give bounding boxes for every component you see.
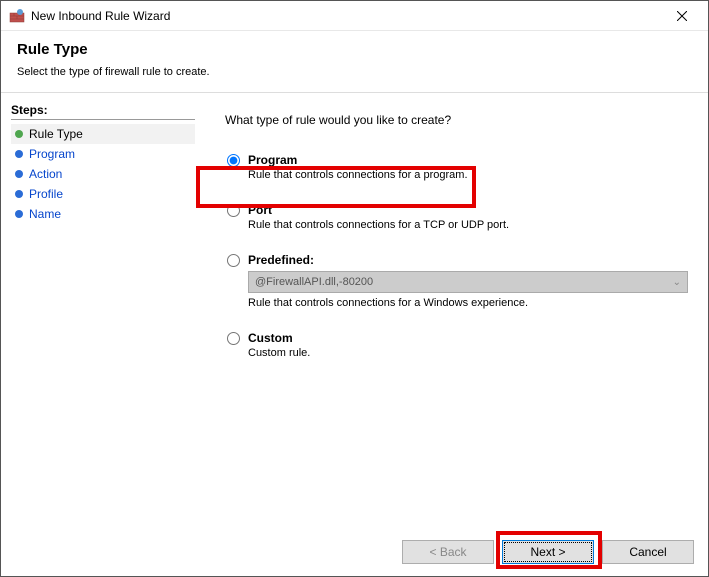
step-name[interactable]: Name: [11, 204, 195, 224]
step-label: Action: [29, 167, 62, 181]
chevron-down-icon: ⌄: [673, 277, 681, 288]
step-label: Rule Type: [29, 127, 83, 141]
bullet-icon: [15, 150, 23, 158]
steps-sidebar: Steps: Rule Type Program Action Profile …: [1, 93, 195, 513]
back-button: < Back: [402, 540, 494, 564]
bullet-icon: [15, 210, 23, 218]
radio-port[interactable]: [227, 204, 240, 217]
option-program-label: Program: [248, 153, 297, 167]
step-label: Program: [29, 147, 75, 161]
firewall-icon: [9, 8, 25, 24]
option-custom: Custom Custom rule.: [225, 331, 688, 359]
option-custom-desc: Custom rule.: [248, 347, 688, 359]
page-title: Rule Type: [17, 41, 692, 58]
step-action[interactable]: Action: [11, 164, 195, 184]
step-program[interactable]: Program: [11, 144, 195, 164]
option-port-label: Port: [248, 203, 272, 217]
predefined-combobox[interactable]: @FirewallAPI.dll,-80200 ⌄: [248, 271, 688, 293]
bullet-icon: [15, 170, 23, 178]
close-icon: [677, 11, 687, 21]
wizard-footer: < Back Next > Cancel: [1, 528, 708, 576]
rule-type-question: What type of rule would you like to crea…: [225, 113, 688, 127]
window-title: New Inbound Rule Wizard: [31, 9, 662, 23]
page-subtitle: Select the type of firewall rule to crea…: [17, 66, 692, 78]
cancel-button[interactable]: Cancel: [602, 540, 694, 564]
radio-program[interactable]: [227, 154, 240, 167]
radio-custom[interactable]: [227, 332, 240, 345]
option-port: Port Rule that controls connections for …: [225, 203, 688, 231]
wizard-header: Rule Type Select the type of firewall ru…: [1, 31, 708, 93]
option-program: Program Rule that controls connections f…: [225, 153, 688, 181]
option-predefined: Predefined: @FirewallAPI.dll,-80200 ⌄ Ru…: [225, 253, 688, 309]
bullet-icon: [15, 190, 23, 198]
step-label: Name: [29, 207, 61, 221]
option-program-desc: Rule that controls connections for a pro…: [248, 169, 688, 181]
wizard-content: What type of rule would you like to crea…: [195, 93, 708, 513]
step-label: Profile: [29, 187, 63, 201]
bullet-icon: [15, 130, 23, 138]
option-predefined-label: Predefined:: [248, 253, 314, 267]
option-custom-label: Custom: [248, 331, 293, 345]
predefined-combo-value: @FirewallAPI.dll,-80200: [255, 276, 373, 288]
close-button[interactable]: [662, 2, 702, 30]
title-bar: New Inbound Rule Wizard: [1, 1, 708, 31]
radio-predefined[interactable]: [227, 254, 240, 267]
option-predefined-desc: Rule that controls connections for a Win…: [248, 297, 688, 309]
steps-heading: Steps:: [11, 103, 195, 120]
next-button[interactable]: Next >: [502, 540, 594, 564]
option-port-desc: Rule that controls connections for a TCP…: [248, 219, 688, 231]
step-profile[interactable]: Profile: [11, 184, 195, 204]
step-rule-type[interactable]: Rule Type: [11, 124, 195, 144]
